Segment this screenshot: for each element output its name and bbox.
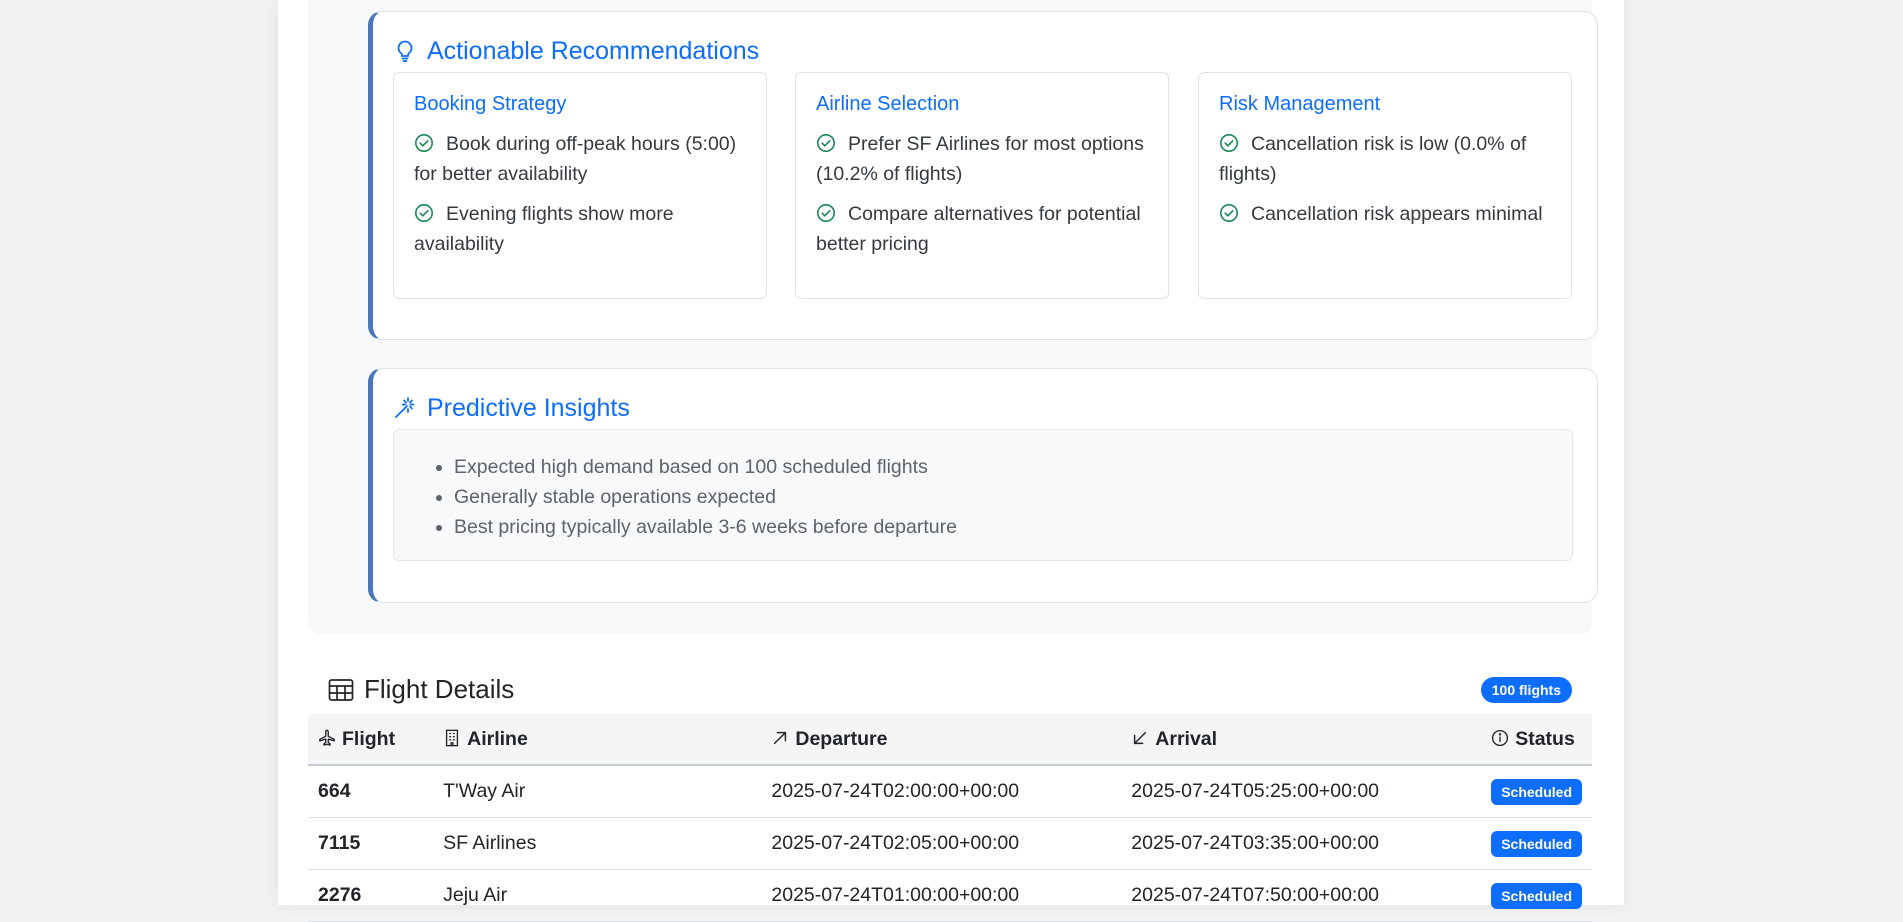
list-item: Book during off-peak hours (5:00) for be… bbox=[414, 133, 737, 185]
check-circle-icon bbox=[817, 134, 835, 152]
table-row[interactable]: 2276 Jeju Air 2025-07-24T01:00:00+00:00 … bbox=[308, 869, 1592, 922]
status-badge: Scheduled bbox=[1491, 831, 1582, 857]
flight-number: 2276 bbox=[308, 869, 434, 922]
airline-selection-panel: Airline Selection Prefer SF Airlines for… bbox=[795, 72, 1169, 299]
booking-strategy-title: Booking Strategy bbox=[414, 93, 567, 115]
info-circle-icon bbox=[1492, 729, 1509, 746]
recommendations-card: Actionable Recommendations Booking Strat… bbox=[368, 11, 1598, 340]
airline-selection-title: Airline Selection bbox=[816, 93, 960, 115]
flight-table: Flight Airline Departure Arrival Status … bbox=[308, 714, 1592, 922]
check-circle-icon bbox=[817, 204, 835, 222]
lightbulb-icon bbox=[397, 40, 413, 62]
table-icon bbox=[328, 678, 354, 701]
magic-wand-icon bbox=[395, 397, 415, 418]
arrival-time: 2025-07-24T07:50:00+00:00 bbox=[1121, 869, 1482, 922]
list-item: Best pricing typically available 3-6 wee… bbox=[454, 512, 957, 542]
flight-details-title: Flight Details bbox=[364, 674, 515, 704]
arrow-up-right-icon bbox=[774, 731, 787, 744]
flight-number: 7115 bbox=[308, 817, 434, 870]
check-circle-icon bbox=[1220, 204, 1238, 222]
airplane-icon bbox=[319, 729, 335, 746]
flight-details-heading: Flight Details bbox=[328, 674, 514, 705]
status-cell: Scheduled bbox=[1481, 765, 1592, 818]
predictive-insights-box: Expected high demand based on 100 schedu… bbox=[393, 429, 1573, 561]
table-row[interactable]: 664 T'Way Air 2025-07-24T02:00:00+00:00 … bbox=[308, 765, 1592, 818]
recommendations-title: Actionable Recommendations bbox=[427, 36, 760, 65]
status-badge: Scheduled bbox=[1491, 883, 1582, 909]
column-header-airline[interactable]: Airline bbox=[433, 714, 762, 766]
column-header-flight[interactable]: Flight bbox=[308, 714, 434, 766]
table-header-row: Flight Airline Departure Arrival Status bbox=[308, 714, 1592, 766]
check-circle-icon bbox=[415, 204, 433, 222]
departure-time: 2025-07-24T02:00:00+00:00 bbox=[761, 765, 1122, 818]
predictive-insights-card: Predictive Insights Expected high demand… bbox=[368, 368, 1598, 603]
risk-management-title: Risk Management bbox=[1219, 93, 1381, 115]
list-item: Generally stable operations expected bbox=[454, 482, 957, 512]
booking-strategy-panel: Booking Strategy Book during off-peak ho… bbox=[393, 72, 767, 299]
status-badge: Scheduled bbox=[1491, 779, 1582, 805]
arrival-time: 2025-07-24T05:25:00+00:00 bbox=[1121, 765, 1482, 818]
arrow-down-left-icon bbox=[1134, 731, 1147, 744]
status-cell: Scheduled bbox=[1481, 869, 1592, 922]
list-item: Compare alternatives for potential bette… bbox=[816, 203, 1141, 255]
page-container: Actionable Recommendations Booking Strat… bbox=[278, 0, 1624, 922]
list-item: Cancellation risk is low (0.0% of flight… bbox=[1219, 133, 1527, 185]
airline-name: Jeju Air bbox=[433, 869, 762, 922]
flight-details-header: Flight Details 100 flights bbox=[308, 670, 1592, 714]
check-circle-icon bbox=[1220, 134, 1238, 152]
list-item: Evening flights show more availability bbox=[414, 203, 674, 255]
check-circle-icon bbox=[415, 134, 433, 152]
recommendations-header: Actionable Recommendations bbox=[393, 34, 759, 68]
departure-time: 2025-07-24T02:05:00+00:00 bbox=[761, 817, 1122, 870]
departure-time: 2025-07-24T01:00:00+00:00 bbox=[761, 869, 1122, 922]
predictive-insights-header: Predictive Insights bbox=[393, 391, 630, 425]
building-icon bbox=[446, 729, 459, 746]
list-item: Prefer SF Airlines for most options (10.… bbox=[816, 133, 1144, 185]
list-item: Expected high demand based on 100 schedu… bbox=[454, 452, 957, 482]
insights-section: Actionable Recommendations Booking Strat… bbox=[308, 0, 1598, 634]
flight-number: 664 bbox=[308, 765, 434, 818]
list-item: Cancellation risk appears minimal bbox=[1219, 199, 1559, 229]
airline-name: SF Airlines bbox=[433, 817, 762, 870]
column-header-departure[interactable]: Departure bbox=[761, 714, 1122, 766]
flight-count-badge: 100 flights bbox=[1480, 677, 1572, 703]
predictive-insights-title: Predictive Insights bbox=[427, 393, 630, 422]
column-header-arrival[interactable]: Arrival bbox=[1121, 714, 1482, 766]
status-cell: Scheduled bbox=[1481, 817, 1592, 870]
risk-management-panel: Risk Management Cancellation risk is low… bbox=[1198, 72, 1572, 299]
table-row[interactable]: 7115 SF Airlines 2025-07-24T02:05:00+00:… bbox=[308, 817, 1592, 870]
arrival-time: 2025-07-24T03:35:00+00:00 bbox=[1121, 817, 1482, 870]
airline-name: T'Way Air bbox=[433, 765, 762, 818]
column-header-status[interactable]: Status bbox=[1481, 714, 1592, 766]
